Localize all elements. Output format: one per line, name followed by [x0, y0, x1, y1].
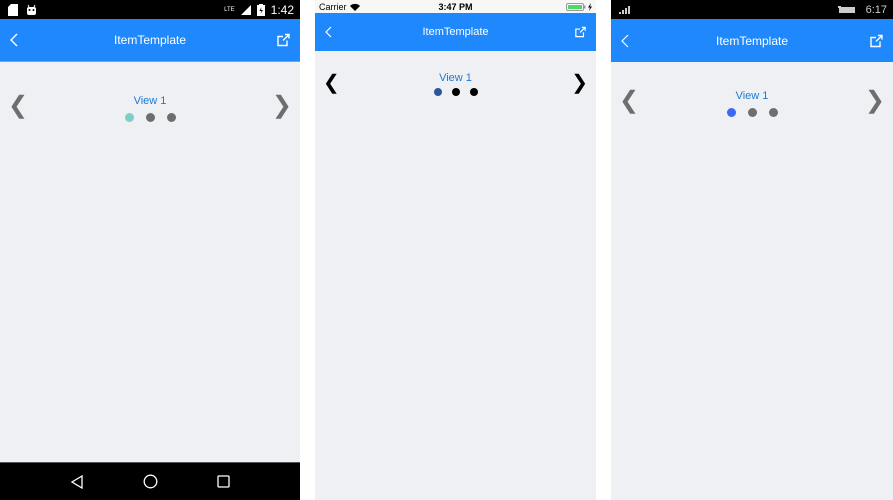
indicator-dot[interactable] [469, 88, 478, 96]
uwp-panel: 6:17 ItemTemplate ❮ View 1 ❯ [611, 0, 893, 500]
next-arrow[interactable]: ❯ [865, 86, 885, 116]
page-title: ItemTemplate [113, 33, 187, 47]
network-type: LTE [224, 6, 235, 13]
carousel[interactable]: ❮ View 1 ❯ [611, 82, 893, 122]
battery-icon [837, 5, 855, 13]
android-icon [27, 4, 36, 15]
back-icon[interactable] [10, 33, 18, 47]
indicator-dot[interactable] [166, 113, 176, 122]
indicator-dot[interactable] [451, 88, 460, 96]
status-bar: Carrier 3:47 PM [315, 0, 596, 13]
external-link-icon[interactable] [870, 34, 883, 47]
home-nav-icon[interactable] [143, 474, 158, 489]
next-arrow[interactable]: ❯ [571, 68, 588, 98]
indicator-dots [0, 113, 300, 122]
status-time: 3:47 PM [438, 1, 473, 12]
charging-icon [588, 2, 592, 11]
external-link-icon[interactable] [277, 33, 290, 47]
back-nav-icon[interactable] [70, 474, 84, 489]
carousel-item-label: View 1 [133, 95, 167, 107]
nav-bar: ItemTemplate [315, 13, 596, 51]
signal-icon [240, 4, 251, 15]
page-title: ItemTemplate [715, 33, 789, 48]
back-icon[interactable] [621, 34, 629, 48]
recents-nav-icon[interactable] [217, 475, 230, 488]
indicator-dots [315, 88, 596, 96]
carousel-item-label: View 1 [735, 90, 769, 102]
carousel[interactable]: ❮ View 1 ❯ [315, 64, 596, 104]
carousel-item-label: View 1 [439, 72, 472, 84]
status-time: 6:17 [865, 3, 887, 16]
android-panel: LTE 1:42 ItemTemplate ❮ View 1 ❯ [0, 0, 300, 500]
signal-icon [619, 5, 630, 14]
indicator-dot-active[interactable] [433, 88, 442, 96]
nav-bar: ItemTemplate [0, 19, 300, 62]
next-arrow[interactable]: ❯ [272, 91, 292, 121]
indicator-dot-active[interactable] [726, 108, 736, 117]
battery-icon [566, 2, 586, 11]
back-icon[interactable] [325, 26, 332, 38]
status-bar: 6:17 [611, 0, 893, 19]
indicator-dot[interactable] [768, 108, 778, 117]
battery-icon [256, 3, 265, 16]
indicator-dot[interactable] [747, 108, 757, 117]
indicator-dot[interactable] [145, 113, 155, 122]
external-link-icon[interactable] [575, 26, 586, 38]
page-title: ItemTemplate [422, 26, 489, 38]
nav-bar: ItemTemplate [611, 19, 893, 62]
status-time: 1:42 [270, 2, 294, 17]
indicator-dot-active[interactable] [124, 113, 134, 122]
sd-card-icon [8, 3, 18, 16]
system-nav-bar [0, 462, 300, 500]
ios-panel: Carrier 3:47 PM ItemTemplate ❮ View 1 ❯ [315, 0, 596, 500]
carousel[interactable]: ❮ View 1 ❯ [0, 87, 300, 127]
indicator-dots [611, 108, 893, 117]
status-bar: LTE 1:42 [0, 0, 300, 19]
